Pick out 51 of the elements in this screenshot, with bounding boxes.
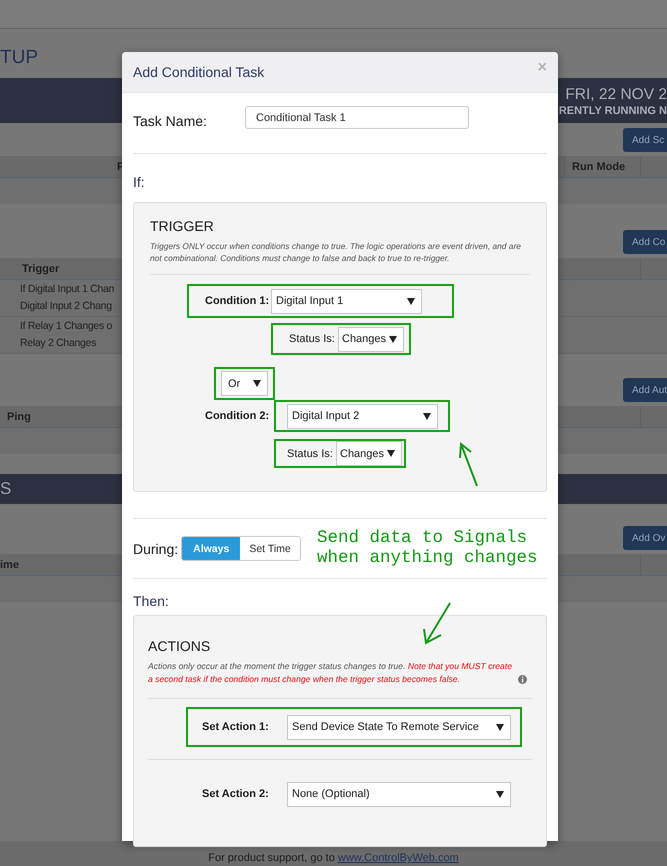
section-title: S (0, 479, 12, 499)
dropdown[interactable]: Digital Input 2 (287, 404, 438, 428)
action-label: Set Action 2: (202, 788, 270, 800)
info-icon[interactable] (518, 675, 527, 684)
annotation-arrow (423, 602, 451, 645)
date-text: FRI, 22 NOV 2 (565, 84, 667, 104)
panel-title: ACTIONS (148, 638, 210, 654)
table-cell-text: If Relay 1 Changes o (20, 319, 112, 334)
annotation-text: Send data to Signals when anything changes (317, 528, 538, 568)
task-name-field[interactable]: Conditional Task 1 (245, 106, 469, 129)
status-text: RENTLY RUNNING N (558, 104, 667, 118)
page-title: TUP (0, 46, 38, 68)
caret-icon (253, 380, 261, 387)
add-button[interactable]: Add Co (623, 230, 667, 254)
actions-note: Actions only occur at the moment the trigger status changes to true. Note that you MUST create a second task if the condition must change when the trigger status becomes false. (148, 660, 513, 686)
table-cell-text: If Digital Input 1 Chan (20, 282, 114, 297)
panel-title: TRIGGER (150, 218, 214, 234)
column-header: ime (0, 558, 19, 570)
caret-icon (496, 790, 504, 798)
status-label: Status Is: (287, 448, 334, 460)
trigger-note: Triggers ONLY occur when conditions change to true. The logic operations are event driven, and are not combinational. Conditions must change to false and back to true to re-trigger. (150, 240, 522, 264)
condition-label: Condition 1: (205, 295, 270, 307)
action-label: Set Action 1: (202, 721, 270, 733)
dropdown[interactable]: Changes (338, 326, 404, 352)
dropdown[interactable]: Changes (336, 441, 402, 466)
condition-label: Condition 2: (205, 410, 270, 422)
column-header: Ping (7, 410, 31, 422)
caret-icon (423, 412, 431, 420)
section-label: If: (133, 174, 145, 190)
dropdown[interactable]: Send Device State To Remote Service (287, 714, 511, 740)
support-text: For product support, go to www.ControlByWeb.com (208, 852, 459, 866)
caret-icon (407, 298, 415, 304)
column-header: Trigger (22, 262, 60, 274)
column-header: Run Mode (572, 160, 626, 172)
caret-icon (387, 450, 395, 457)
dropdown[interactable]: None (Optional) (287, 782, 511, 806)
field-label: Task Name: (133, 112, 208, 128)
table-cell-text: Relay 2 Changes (20, 336, 96, 351)
annotation-arrow (459, 442, 478, 486)
caret-icon (389, 336, 397, 342)
table-cell-text: Digital Input 2 Chang (20, 299, 112, 314)
dropdown[interactable]: Digital Input 1 (271, 288, 422, 314)
dropdown[interactable]: Or (221, 371, 268, 396)
add-button[interactable]: Add Aut (623, 378, 667, 402)
status-label: Status Is: (289, 333, 336, 345)
section-label: Then: (133, 593, 169, 609)
add-button[interactable]: Add Ov (623, 526, 667, 550)
caret-icon (496, 724, 504, 730)
during-label: During: (133, 540, 178, 556)
add-button[interactable]: Add Sc (623, 128, 667, 152)
dialog-title: Add Conditional Task (133, 64, 264, 80)
